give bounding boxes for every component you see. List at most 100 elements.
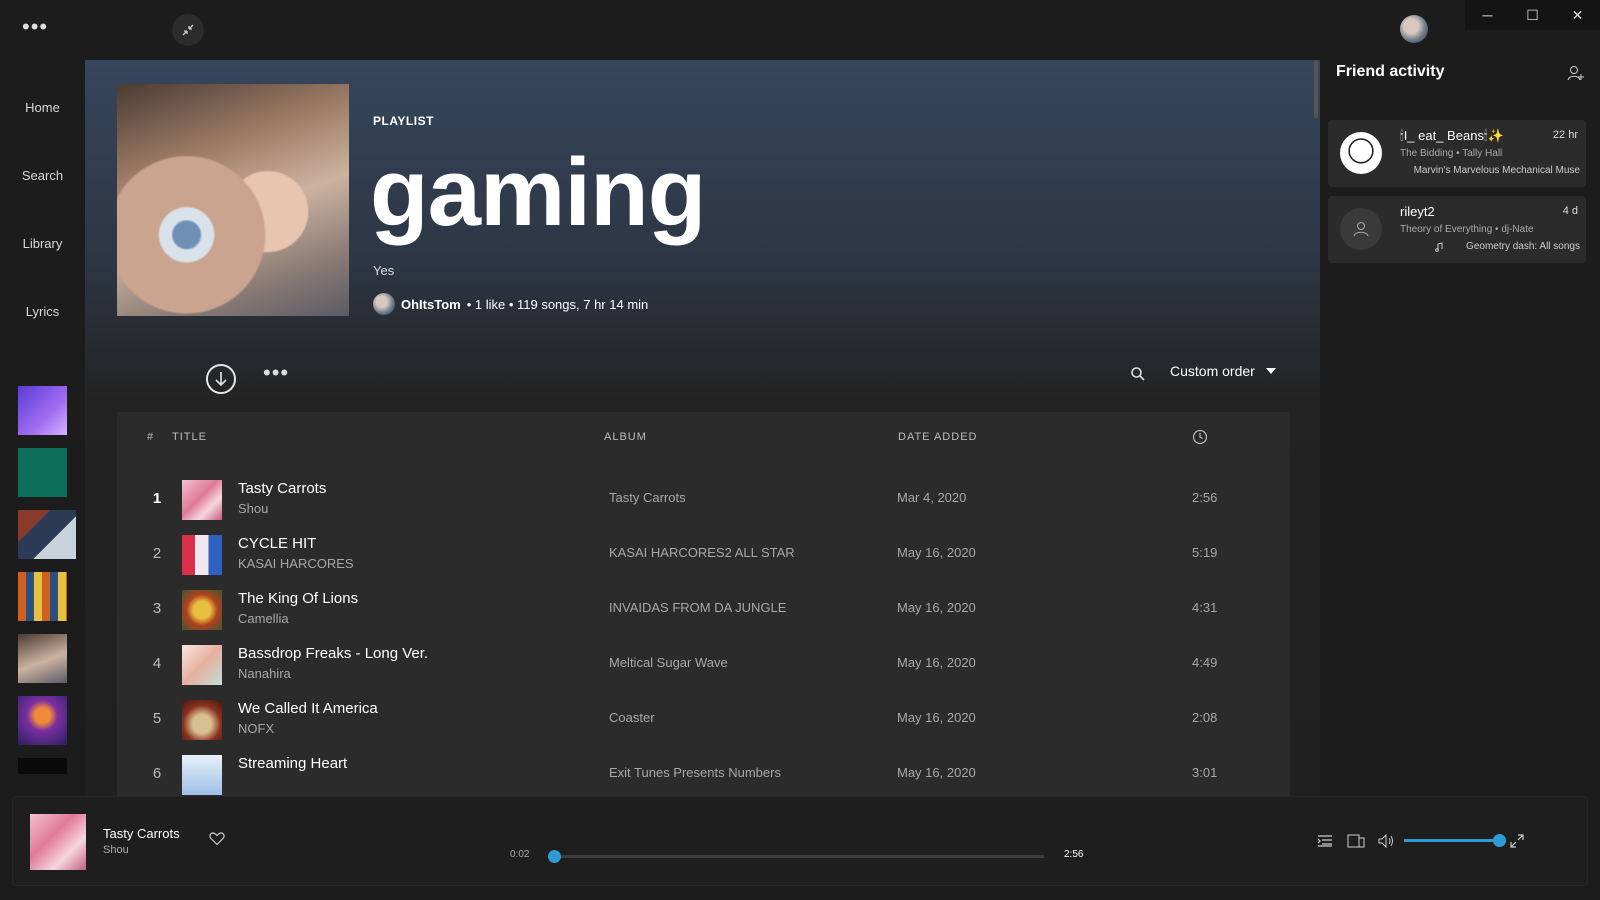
playlist-title: gaming bbox=[370, 139, 706, 246]
track-title[interactable]: The King Of Lions bbox=[238, 590, 358, 607]
track-album[interactable]: INVAIDAS FROM DA JUNGLE bbox=[609, 600, 786, 615]
devices-button[interactable] bbox=[1347, 834, 1365, 853]
progress-bar[interactable] bbox=[548, 850, 1044, 863]
track-date-added: May 16, 2020 bbox=[897, 600, 976, 615]
track-title[interactable]: Streaming Heart bbox=[238, 755, 347, 772]
friend-card[interactable]: 🕯I_ eat_ Beans🕯✨ 22 hr The Bidding • Tal… bbox=[1328, 120, 1586, 187]
track-date-added: Mar 4, 2020 bbox=[897, 490, 967, 505]
clock-icon bbox=[1192, 429, 1208, 448]
track-album[interactable]: Meltical Sugar Wave bbox=[609, 655, 728, 670]
header-number: # bbox=[147, 431, 155, 443]
search-icon[interactable] bbox=[1130, 366, 1146, 387]
sidebar-playlist-thumb[interactable] bbox=[18, 510, 76, 559]
user-avatar[interactable] bbox=[1400, 15, 1428, 43]
track-number: 4 bbox=[152, 655, 162, 672]
download-button[interactable] bbox=[206, 364, 236, 394]
track-album[interactable]: Coaster bbox=[609, 710, 655, 725]
more-options-button[interactable]: ••• bbox=[263, 360, 289, 386]
download-icon bbox=[215, 372, 227, 387]
track-title[interactable]: Tasty Carrots bbox=[238, 480, 326, 497]
sidebar-item-search[interactable]: Search bbox=[0, 168, 85, 183]
table-row[interactable]: 6 Streaming Heart Exit Tunes Presents Nu… bbox=[117, 747, 1290, 796]
like-button[interactable] bbox=[209, 831, 225, 851]
sidebar-playlist-thumb[interactable] bbox=[18, 448, 67, 497]
track-title[interactable]: CYCLE HIT bbox=[238, 535, 316, 552]
sidebar-item-lyrics[interactable]: Lyrics bbox=[0, 304, 85, 319]
track-date-added: May 16, 2020 bbox=[897, 710, 976, 725]
queue-button[interactable] bbox=[1317, 834, 1333, 853]
friend-context[interactable]: Marvin's Marvelous Mechanical Muse bbox=[1414, 165, 1580, 176]
friend-name[interactable]: rileyt2 bbox=[1400, 204, 1435, 219]
track-duration: 5:19 bbox=[1192, 545, 1218, 560]
table-row[interactable]: 4 Bassdrop Freaks - Long Ver. Nanahira M… bbox=[117, 637, 1290, 692]
sort-dropdown[interactable]: Custom order bbox=[1170, 363, 1277, 379]
window-controls: ─ ☐ ✕ bbox=[1465, 0, 1600, 30]
track-duration: 4:49 bbox=[1192, 655, 1218, 670]
friend-track[interactable]: The Bidding • Tally Hall bbox=[1400, 148, 1502, 159]
fullscreen-button[interactable] bbox=[1510, 834, 1524, 853]
header-date-added[interactable]: DATE ADDED bbox=[898, 431, 977, 443]
track-number: 2 bbox=[152, 545, 162, 562]
now-playing-title[interactable]: Tasty Carrots bbox=[103, 826, 180, 841]
add-friend-button[interactable] bbox=[1567, 64, 1585, 87]
track-album[interactable]: Tasty Carrots bbox=[609, 490, 686, 505]
playlist-description: Yes bbox=[373, 263, 395, 278]
track-artist[interactable]: Nanahira bbox=[238, 666, 291, 681]
table-row[interactable]: 5 We Called It America NOFX Coaster May … bbox=[117, 692, 1290, 747]
maximize-button[interactable]: ☐ bbox=[1510, 0, 1555, 30]
track-number: 6 bbox=[152, 765, 162, 782]
track-number: 3 bbox=[152, 600, 162, 617]
now-playing-art[interactable] bbox=[30, 814, 86, 870]
sidebar-playlist-thumb[interactable] bbox=[18, 696, 67, 745]
track-number: 1 bbox=[152, 490, 162, 507]
track-date-added: May 16, 2020 bbox=[897, 545, 976, 560]
table-row[interactable]: 1 Tasty Carrots Shou Tasty Carrots Mar 4… bbox=[117, 472, 1290, 527]
now-playing-artist[interactable]: Shou bbox=[103, 844, 129, 856]
friend-activity-panel: Friend activity 🕯I_ eat_ Beans🕯✨ 22 hr T… bbox=[1320, 60, 1600, 796]
volume-icon bbox=[1378, 833, 1393, 849]
friend-track[interactable]: Theory of Everything • dj-Nate bbox=[1400, 224, 1534, 235]
progress-knob[interactable] bbox=[548, 850, 562, 863]
track-title[interactable]: We Called It America bbox=[238, 700, 378, 717]
track-title[interactable]: Bassdrop Freaks - Long Ver. bbox=[238, 645, 428, 662]
track-artist[interactable]: Camellia bbox=[238, 611, 289, 626]
sidebar-playlist-thumb[interactable] bbox=[18, 386, 67, 435]
track-date-added: May 16, 2020 bbox=[897, 765, 976, 780]
volume-knob[interactable] bbox=[1493, 834, 1506, 847]
table-row[interactable]: 3 The King Of Lions Camellia INVAIDAS FR… bbox=[117, 582, 1290, 637]
owner-link[interactable]: OhItsTom bbox=[401, 297, 461, 312]
table-row[interactable]: 2 CYCLE HIT KASAI HARCORES KASAI HARCORE… bbox=[117, 527, 1290, 582]
queue-icon bbox=[1317, 835, 1332, 847]
volume-slider[interactable] bbox=[1404, 834, 1506, 847]
track-album[interactable]: Exit Tunes Presents Numbers bbox=[609, 765, 781, 780]
volume-button[interactable] bbox=[1378, 833, 1396, 853]
track-artist[interactable]: NOFX bbox=[238, 721, 274, 736]
sidebar-playlist-thumb[interactable] bbox=[18, 634, 67, 683]
track-artist[interactable]: Shou bbox=[238, 501, 268, 516]
track-album[interactable]: KASAI HARCORES2 ALL STAR bbox=[609, 545, 795, 560]
track-duration: 3:01 bbox=[1192, 765, 1218, 780]
main-scrollbar[interactable] bbox=[1314, 60, 1318, 118]
top-bar: ••• ─ ☐ ✕ bbox=[0, 0, 1600, 60]
track-number: 5 bbox=[152, 710, 162, 727]
music-note-icon bbox=[1435, 241, 1443, 252]
minimize-button[interactable]: ─ bbox=[1465, 0, 1510, 30]
total-time: 2:56 bbox=[1064, 849, 1084, 860]
track-art bbox=[182, 480, 222, 520]
header-album[interactable]: ALBUM bbox=[604, 431, 647, 443]
owner-avatar bbox=[373, 293, 395, 315]
friend-context-wrapper: Geometry dash: All songs bbox=[1434, 241, 1580, 252]
menu-button[interactable]: ••• bbox=[22, 14, 48, 40]
close-button[interactable]: ✕ bbox=[1555, 0, 1600, 30]
friend-context[interactable]: Geometry dash: All songs bbox=[1466, 241, 1580, 252]
sidebar-item-home[interactable]: Home bbox=[0, 100, 85, 115]
track-art bbox=[182, 535, 222, 575]
sidebar-playlist-thumb[interactable] bbox=[18, 572, 67, 621]
sidebar-item-library[interactable]: Library bbox=[0, 236, 85, 251]
track-artist[interactable]: KASAI HARCORES bbox=[238, 556, 354, 571]
header-title[interactable]: TITLE bbox=[172, 431, 207, 443]
collapse-button[interactable] bbox=[172, 14, 204, 46]
sidebar-playlist-thumb[interactable] bbox=[18, 758, 67, 774]
friend-name[interactable]: 🕯I_ eat_ Beans🕯✨ bbox=[1400, 128, 1504, 144]
friend-card[interactable]: rileyt2 4 d Theory of Everything • dj-Na… bbox=[1328, 196, 1586, 263]
